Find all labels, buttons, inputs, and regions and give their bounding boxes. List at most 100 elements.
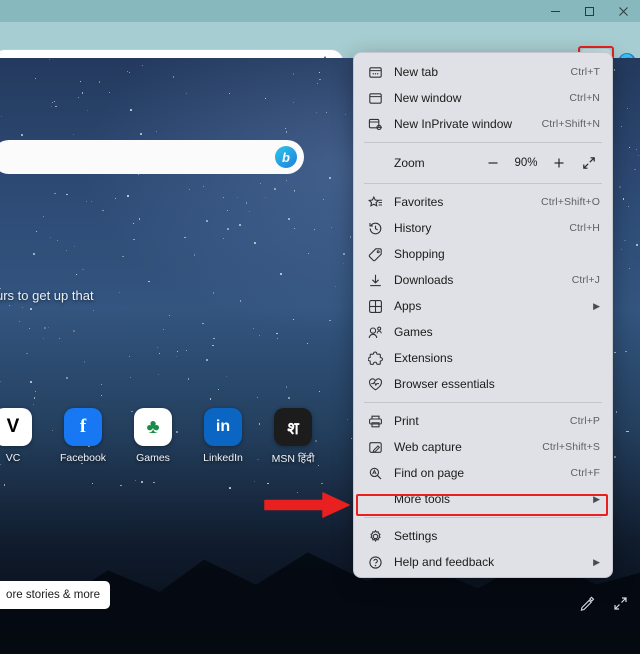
zoom-in-button[interactable] — [546, 152, 572, 174]
title-bar — [0, 0, 640, 22]
shortcut-glyph: in — [204, 408, 242, 446]
chevron-right-icon: ▶ — [593, 300, 600, 311]
chevron-right-icon: ▶ — [593, 493, 600, 504]
menu-item-print[interactable]: Print Ctrl+P — [354, 408, 612, 434]
shortcut-glyph: f — [64, 408, 102, 446]
shortcut-glyph: V — [0, 408, 32, 446]
settings-gear-icon — [368, 529, 390, 544]
menu-separator — [364, 183, 602, 184]
menu-item-accelerator: Ctrl+P — [569, 415, 600, 427]
menu-item-games[interactable]: Games — [354, 319, 612, 345]
menu-item-settings[interactable]: Settings — [354, 523, 612, 549]
favorites-icon — [368, 195, 390, 210]
essentials-icon — [368, 377, 390, 392]
menu-item-web-capture[interactable]: Web capture Ctrl+Shift+S — [354, 434, 612, 460]
menu-item-history[interactable]: History Ctrl+H — [354, 215, 612, 241]
search-input[interactable]: b — [0, 140, 304, 174]
edge-settings-menu: New tab Ctrl+T New window Ctrl+N New InP… — [353, 52, 613, 578]
menu-item-browser-essentials[interactable]: Browser essentials — [354, 371, 612, 397]
shopping-icon — [368, 247, 390, 262]
menu-item-label: History — [394, 221, 432, 235]
menu-item-label: New tab — [394, 65, 439, 79]
menu-item-accelerator: Ctrl+J — [571, 274, 600, 286]
shortcut-tile[interactable]: श MSN हिंदी — [262, 408, 324, 466]
menu-item-label: Print — [394, 414, 419, 428]
menu-item-label: New InPrivate window — [394, 117, 513, 131]
page-tools-group — [580, 596, 628, 611]
find-icon — [368, 466, 390, 481]
bing-chat-icon[interactable]: b — [275, 146, 297, 168]
zoom-value: 90% — [514, 157, 538, 169]
menu-group-tools: Print Ctrl+P Web capture Ctrl+Shift+S Fi… — [354, 408, 612, 512]
menu-item-downloads[interactable]: Downloads Ctrl+J — [354, 267, 612, 293]
shortcut-tile[interactable]: f Facebook — [52, 408, 114, 466]
menu-item-zoom[interactable]: Zoom 90% — [354, 148, 612, 178]
help-icon — [368, 555, 390, 570]
expand-icon[interactable] — [613, 596, 628, 611]
chevron-right-icon: ▶ — [593, 556, 600, 567]
menu-item-apps[interactable]: Apps ▶ — [354, 293, 612, 319]
menu-item-label: Web capture — [394, 440, 462, 454]
shortcut-label: MSN हिंदी — [271, 453, 315, 465]
menu-item-label: Settings — [394, 529, 438, 543]
menu-item-label: Downloads — [394, 273, 454, 287]
menu-item-label: New window — [394, 91, 462, 105]
menu-item-label: Favorites — [394, 195, 444, 209]
new-window-icon — [368, 91, 390, 106]
menu-group-settings: Settings Help and feedback ▶ — [354, 523, 612, 575]
apps-icon — [368, 299, 390, 314]
menu-item-label: Find on page — [394, 466, 465, 480]
menu-item-more-tools[interactable]: More tools ▶ — [354, 486, 612, 512]
more-stories-label: ore stories & more — [6, 589, 100, 601]
menu-item-new-inprivate-window[interactable]: New InPrivate window Ctrl+Shift+N — [354, 111, 612, 137]
menu-item-label: Shopping — [394, 247, 445, 261]
minimize-button[interactable] — [538, 0, 572, 22]
menu-item-accelerator: Ctrl+F — [570, 467, 600, 479]
zoom-label: Zoom — [394, 156, 425, 170]
greeting-text: urs to get up that — [0, 288, 94, 303]
menu-item-accelerator: Ctrl+H — [569, 222, 600, 234]
shortcut-tiles: V VC f Facebook ♣ Games in LinkedIn श MS… — [0, 408, 324, 466]
menu-item-label: More tools — [394, 492, 451, 506]
shortcut-glyph: ♣ — [134, 408, 172, 446]
fullscreen-button[interactable] — [576, 152, 602, 174]
shortcut-label: Facebook — [59, 452, 107, 464]
inprivate-icon — [368, 117, 390, 132]
menu-item-accelerator: Ctrl+Shift+S — [542, 441, 600, 453]
menu-separator — [364, 517, 602, 518]
close-button[interactable] — [606, 0, 640, 22]
shortcut-label: VC — [5, 452, 21, 464]
menu-separator — [364, 142, 602, 143]
shortcut-tile[interactable]: in LinkedIn — [192, 408, 254, 466]
web-capture-icon — [368, 440, 390, 455]
shortcut-label: Games — [136, 452, 170, 464]
edit-feed-icon[interactable] — [580, 596, 595, 611]
menu-item-shopping[interactable]: Shopping — [354, 241, 612, 267]
shortcut-tile[interactable]: V VC — [0, 408, 44, 466]
menu-item-accelerator: Ctrl+T — [570, 66, 600, 78]
annotation-arrow — [263, 491, 353, 519]
menu-item-new-tab[interactable]: New tab Ctrl+T — [354, 59, 612, 85]
shortcut-tile[interactable]: ♣ Games — [122, 408, 184, 466]
games-icon — [368, 325, 390, 340]
more-stories-pill[interactable]: ore stories & more — [0, 581, 110, 609]
menu-item-help-and-feedback[interactable]: Help and feedback ▶ — [354, 549, 612, 575]
menu-item-label: Help and feedback — [394, 555, 495, 569]
menu-item-new-window[interactable]: New window Ctrl+N — [354, 85, 612, 111]
zoom-out-button[interactable] — [480, 152, 506, 174]
menu-item-accelerator: Ctrl+Shift+N — [541, 118, 600, 130]
menu-separator — [364, 402, 602, 403]
menu-item-accelerator: Ctrl+Shift+O — [541, 196, 600, 208]
menu-item-label: Browser essentials — [394, 377, 495, 391]
downloads-icon — [368, 273, 390, 288]
print-icon — [368, 414, 390, 429]
menu-item-favorites[interactable]: Favorites Ctrl+Shift+O — [354, 189, 612, 215]
menu-item-find-on-page[interactable]: Find on page Ctrl+F — [354, 460, 612, 486]
menu-item-label: Games — [394, 325, 433, 339]
menu-item-accelerator: Ctrl+N — [569, 92, 600, 104]
browser-window: ... b urs to get up that V VC f Facebook… — [0, 0, 640, 654]
extensions-icon — [368, 351, 390, 366]
menu-group-new: New tab Ctrl+T New window Ctrl+N New InP… — [354, 59, 612, 137]
menu-item-extensions[interactable]: Extensions — [354, 345, 612, 371]
maximize-button[interactable] — [572, 0, 606, 22]
